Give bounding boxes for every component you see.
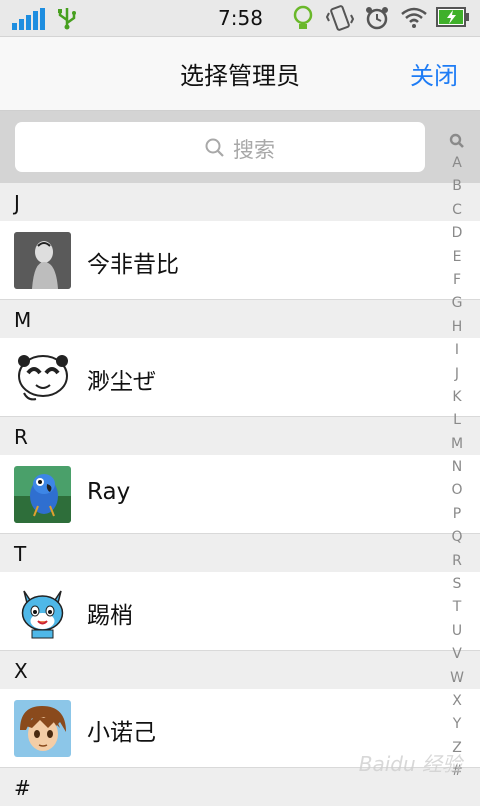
index-letter[interactable]: Q	[446, 526, 468, 549]
anime-boy-avatar	[14, 700, 71, 757]
search-icon	[205, 138, 224, 157]
index-letter[interactable]: J	[446, 363, 468, 386]
section-header-j: J	[0, 183, 480, 221]
contact-name: 踢梢	[87, 603, 133, 629]
usb-icon	[58, 8, 76, 30]
section-header-x: X	[0, 651, 480, 689]
contact-row[interactable]: Ray	[0, 455, 480, 534]
watermark: Baidu 经验	[358, 752, 462, 776]
index-letter[interactable]: O	[446, 479, 468, 502]
signal-icon	[12, 8, 45, 30]
status-bar: 7:58	[0, 0, 480, 37]
index-letter[interactable]: E	[446, 246, 468, 269]
section-header-m: M	[0, 300, 480, 338]
blue-parrot-avatar	[14, 466, 71, 523]
search-placeholder: 搜索	[233, 138, 275, 162]
index-letter[interactable]: X	[446, 690, 468, 713]
index-letter[interactable]: U	[446, 620, 468, 643]
contact-row[interactable]: 踢梢	[0, 572, 480, 651]
contact-row[interactable]: 今非昔比	[0, 221, 480, 300]
index-letter[interactable]: A	[446, 152, 468, 175]
section-letter: #	[14, 776, 31, 800]
index-search-icon[interactable]	[446, 130, 468, 152]
index-letter[interactable]: F	[446, 269, 468, 292]
index-letter[interactable]: H	[446, 316, 468, 339]
section-letter: R	[14, 425, 28, 449]
search-bar-container: 搜索	[0, 111, 480, 183]
section-letter: M	[14, 308, 32, 332]
index-letter[interactable]: V	[446, 643, 468, 666]
index-letter[interactable]: R	[446, 550, 468, 573]
index-letter[interactable]: T	[446, 596, 468, 619]
contact-name: 渺尘ぜ	[87, 369, 156, 395]
contact-row[interactable]: 渺尘ぜ	[0, 338, 480, 417]
contact-name: 小诺己	[87, 720, 156, 746]
index-letter[interactable]: Y	[446, 713, 468, 736]
index-letter[interactable]: C	[446, 199, 468, 222]
index-letter[interactable]: P	[446, 503, 468, 526]
section-letter: T	[14, 542, 27, 566]
index-letter[interactable]: D	[446, 222, 468, 245]
bulb-icon	[293, 5, 313, 29]
status-time: 7:58	[218, 6, 263, 30]
contact-list[interactable]: J 今非昔比 M 渺尘ぜ R Ray T 踢梢 X 小诺己 #	[0, 183, 480, 806]
contact-name: 今非昔比	[87, 252, 179, 278]
close-button[interactable]: 关闭	[410, 56, 458, 91]
index-letter[interactable]: W	[446, 667, 468, 690]
index-letter[interactable]: N	[446, 456, 468, 479]
index-letter[interactable]: B	[446, 175, 468, 198]
panda-sketch-avatar	[14, 349, 71, 406]
dark-figure-avatar	[14, 232, 71, 289]
index-letter[interactable]: S	[446, 573, 468, 596]
section-letter: J	[14, 191, 20, 215]
search-input[interactable]: 搜索	[15, 122, 425, 172]
index-letter[interactable]: G	[446, 292, 468, 315]
blue-cat-avatar	[14, 583, 71, 640]
alarm-icon	[366, 7, 388, 30]
wifi-icon	[401, 7, 427, 28]
index-letter[interactable]: L	[446, 409, 468, 432]
alphabet-index-bar[interactable]: A B C D E F G H I J K L M N O P Q R S T …	[446, 130, 468, 784]
index-letter[interactable]: K	[446, 386, 468, 409]
index-letter[interactable]: M	[446, 433, 468, 456]
vibrate-icon	[326, 5, 354, 31]
page-title: 选择管理员	[180, 62, 300, 90]
battery-charging-icon	[436, 7, 469, 27]
index-letter[interactable]: I	[446, 339, 468, 362]
section-letter: X	[14, 659, 28, 683]
navigation-bar: 选择管理员 关闭	[0, 37, 480, 111]
contact-name: Ray	[87, 479, 131, 505]
section-header-r: R	[0, 417, 480, 455]
section-header-t: T	[0, 534, 480, 572]
